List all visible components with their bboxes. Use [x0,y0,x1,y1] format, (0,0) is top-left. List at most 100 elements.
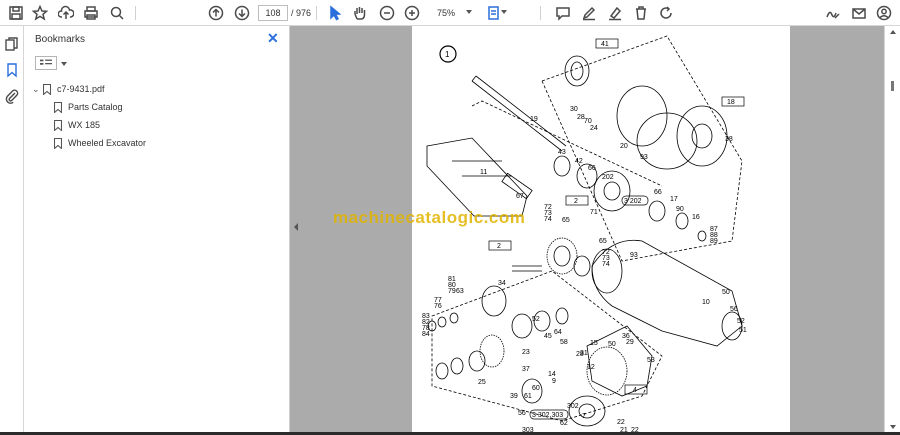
part-number-label: 84 [422,331,430,338]
part-number-label: 70 [584,118,592,125]
part-number-label: 67 [516,193,524,200]
bookmark-star-icon[interactable] [30,3,50,23]
bookmark-item-root[interactable]: ⌄ c7-9431.pdf [32,82,105,96]
watermark-text: machinecatalogic.com [333,208,526,227]
part-number-label: 15 [590,340,598,347]
part-number-label: 65 [599,238,607,245]
pen-icon[interactable] [579,3,599,23]
part-number-label: 71 [590,209,598,216]
account-icon[interactable] [874,3,894,23]
part-number-label: 90 [676,206,684,213]
chevron-down-icon[interactable] [501,10,507,14]
part-number-label: 22 [617,419,625,426]
comment-icon[interactable] [553,3,573,23]
part-number-label: 58 [560,339,568,346]
bookmark-label: c7-9431.pdf [57,84,105,94]
document-viewport[interactable]: 30 28 70 24 20 19 93 38 43 42 66 202 11 67 71 66 17 90 16 8… [290,26,894,435]
print-icon[interactable] [81,3,101,23]
part-number-label: 39 [510,393,518,400]
part-number-label: 51 [739,327,747,334]
select-cursor-icon[interactable] [325,3,345,23]
part-number-label: 52 [532,316,540,323]
bookmark-icon [53,137,63,150]
bookmark-item-wx-185[interactable]: WX 185 [53,118,101,132]
rotate-icon[interactable] [656,3,676,23]
part-number-label: 63 [456,288,464,295]
bookmark-icon [53,119,63,132]
sign-icon[interactable] [823,3,843,23]
part-number-label: 52 [737,318,745,325]
scroll-down-icon[interactable] [890,425,896,429]
bookmark-item-wheeled-excavator[interactable]: Wheeled Excavator [53,136,147,150]
navigation-rail [0,26,24,435]
highlight-eraser-icon[interactable] [605,3,625,23]
attachment-icon[interactable] [4,88,20,104]
close-icon[interactable]: ✕ [267,31,279,45]
part-number-label: 16 [692,214,700,221]
bookmark-icon [42,83,52,96]
part-number-label: 43 [558,149,566,156]
part-number-label: 11 [480,169,487,176]
chevron-down-icon[interactable]: ⌄ [32,85,40,94]
part-number-label: 38 [725,136,733,143]
part-number-label: 66 [654,189,662,196]
zoom-out-icon[interactable] [377,3,397,23]
part-number-label: 28 [576,351,584,358]
part-number-label: 53 [647,357,655,364]
part-number-label: 93 [640,154,648,161]
boxed-ref: 2 [574,198,578,205]
part-number-label: 66 [588,165,596,172]
part-number-label: 64 [554,329,562,336]
page-down-icon[interactable] [232,3,252,23]
email-icon[interactable] [849,3,869,23]
boxed-ref: 3 302.303 [532,412,563,419]
vertical-scrollbar[interactable] [884,26,900,435]
chevron-down-icon[interactable] [466,10,472,14]
bookmark-icon [53,101,63,114]
zoom-in-icon[interactable] [402,3,422,23]
trash-icon[interactable] [631,3,651,23]
scroll-up-icon[interactable] [890,30,896,34]
bookmark-item-parts-catalog[interactable]: Parts Catalog [53,100,123,114]
pdf-page: 30 28 70 24 20 19 93 38 43 42 66 202 11 67 71 66 17 90 16 8… [412,26,790,435]
part-number-label: 10 [702,299,710,306]
part-number-label: 61 [524,393,532,400]
bookmarks-panel: Bookmarks ✕ ⌄ c7-9431.pdf Parts Catalog … [24,26,290,435]
part-number-label: 79 [448,288,456,295]
page-thumbnails-icon[interactable] [4,36,20,52]
bookmark-label: Wheeled Excavator [68,138,147,148]
page-total-label: / 976 [291,8,312,18]
upload-icon[interactable] [56,3,76,23]
save-icon[interactable] [6,3,26,23]
part-number-label: 20 [620,143,628,150]
part-number-label: 74 [602,261,610,268]
main-toolbar: 108 / 976 75% [0,0,900,26]
part-number-label: 76 [434,303,442,310]
part-number-label: 36 [622,333,630,340]
page-number-input[interactable]: 108 [258,5,288,21]
bookmark-label: Parts Catalog [68,102,123,112]
part-number-label: 9 [552,378,556,385]
page-up-icon[interactable] [206,3,226,23]
search-zoom-icon[interactable] [107,3,127,23]
part-number-label: 12 [587,364,595,371]
chevron-down-icon[interactable] [61,62,67,66]
bookmarks-icon[interactable] [4,62,20,78]
part-number-label: 30 [570,106,578,113]
boxed-ref: 18 [727,99,735,106]
hand-icon[interactable] [350,3,370,23]
bookmark-options-button[interactable] [35,56,57,70]
part-number-label: 17 [670,196,678,203]
part-number-label: 302 [567,403,579,410]
part-number-label: 24 [590,125,598,132]
collapse-left-icon[interactable] [294,223,298,231]
part-number-label: 42 [575,158,583,165]
part-number-label: 93 [630,252,638,259]
bookmark-label: WX 185 [68,120,101,130]
boxed-ref: 2 [497,243,501,250]
part-number-label: 60 [532,385,540,392]
part-number-label: 23 [522,349,530,356]
boxed-ref: 41 [601,41,609,48]
scroll-thumb[interactable] [891,81,894,91]
part-number-label: 7 [582,413,586,420]
